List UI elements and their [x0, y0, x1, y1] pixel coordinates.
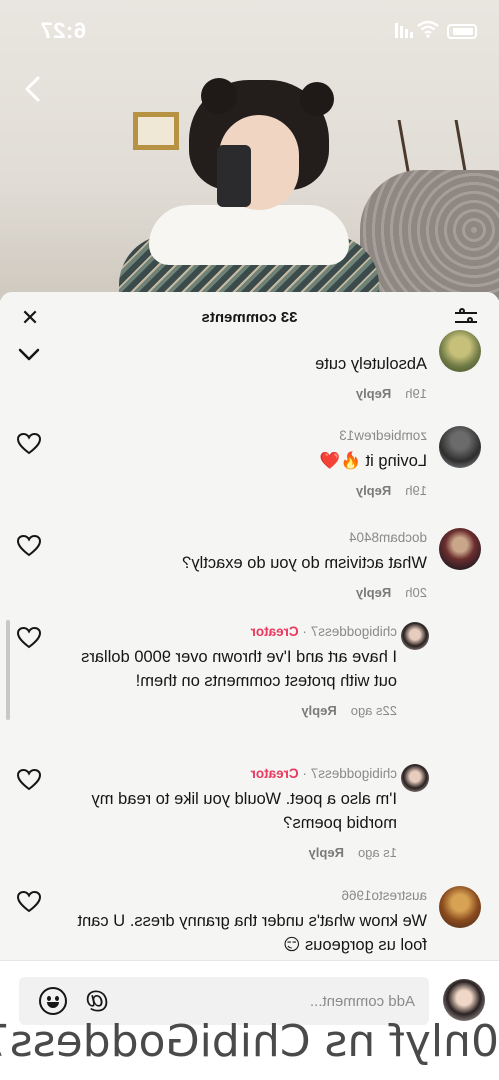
chevron-right-icon[interactable]: [17, 72, 47, 106]
creator-badge: Creator: [250, 624, 299, 639]
comment-username[interactable]: zombiedrew13: [60, 428, 427, 443]
comment-text: I'm also a poet. Would you like to read …: [91, 790, 398, 832]
wall-frame-shape: [133, 112, 179, 150]
scrollbar[interactable]: [6, 620, 10, 720]
reply-button[interactable]: Reply: [356, 585, 391, 600]
hair-bun-shape: [201, 78, 237, 114]
heart-icon[interactable]: [16, 890, 42, 914]
comment-text: We know what's under tha granny dress. U…: [77, 912, 427, 954]
comments-count-title: 33 comments: [201, 309, 298, 326]
comment-username-line: chibigoddess7 · Creator: [60, 624, 397, 639]
separator-dot: ·: [302, 624, 307, 639]
comment-body: zombiedrew13 Loving it 🔥❤️ 19h Reply: [60, 428, 427, 498]
comment-body: chibigoddess7 · Creator I'm also a poet.…: [60, 766, 398, 860]
heart-icon[interactable]: [16, 534, 42, 558]
status-time: 6:27: [40, 18, 87, 43]
creator-badge: Creator: [250, 766, 299, 781]
comment-body: austresto1966 We know what's under tha g…: [60, 888, 427, 957]
comment-meta: 19h Reply: [60, 386, 427, 401]
reply-button[interactable]: Reply: [356, 386, 391, 401]
heart-icon[interactable]: [16, 432, 42, 456]
heart-icon[interactable]: [16, 768, 42, 792]
avatar[interactable]: [439, 528, 481, 570]
signal-icon: [395, 22, 413, 38]
emoji-icon[interactable]: [39, 987, 67, 1015]
comment-username-line: chibigoddess7 · Creator: [60, 766, 397, 781]
comment-meta: 19h Reply: [60, 483, 427, 498]
comment-text: Loving it 🔥❤️: [319, 452, 427, 470]
battery-icon: [447, 24, 477, 39]
phone-shape: [217, 145, 251, 207]
comment-time: 1s ago: [357, 845, 397, 860]
hair-bun-shape: [300, 82, 334, 116]
avatar[interactable]: [401, 622, 429, 650]
avatar[interactable]: [439, 426, 481, 468]
watermark-text: 0nlyf ns ChibiGoddess7: [0, 1016, 499, 1067]
comment-meta: 20h Reply: [60, 585, 427, 600]
reply-button[interactable]: Reply: [301, 703, 336, 718]
headboard-shape: [360, 170, 499, 300]
comment-username[interactable]: chibigoddess7: [311, 766, 397, 781]
comment-text: What activism do you do exactly?: [182, 554, 427, 572]
comment-time: 19h: [405, 386, 427, 401]
collapse-chevron-icon[interactable]: [16, 342, 42, 366]
comment-body: docbam8404 What activism do you do exact…: [60, 530, 427, 600]
mirrored-screen: 6:27 33 comments ✕ Absolutely cute 19hRe…: [0, 0, 499, 1080]
sheet-header: 33 comments ✕: [0, 292, 499, 344]
avatar[interactable]: [401, 764, 429, 792]
comment-text: Absolutely cute: [315, 355, 427, 373]
comment-body: chibigoddess7 · Creator I have art and I…: [60, 624, 397, 718]
comment-meta: 1s ago Reply: [60, 845, 397, 860]
avatar[interactable]: [439, 330, 481, 372]
at-icon[interactable]: @: [83, 987, 111, 1015]
reply-button[interactable]: Reply: [356, 483, 391, 498]
my-avatar: [443, 979, 485, 1021]
comment-time: 22s ago: [350, 703, 397, 718]
close-icon[interactable]: ✕: [18, 305, 42, 330]
collar-shape: [149, 205, 349, 265]
watermark-layer: 0nlyf ns ChibiGoddess7: [0, 1016, 499, 1080]
comment-text: I have art and I've thrown over 9000 dol…: [81, 648, 397, 690]
comment-username[interactable]: chibigoddess7: [311, 624, 397, 639]
comment-time: 20h: [405, 585, 427, 600]
comment-username[interactable]: austresto1966: [60, 888, 427, 903]
reply-button[interactable]: Reply: [309, 845, 344, 860]
wifi-icon: [417, 20, 439, 38]
status-bar: 6:27: [0, 0, 499, 62]
avatar[interactable]: [439, 886, 481, 928]
separator-dot: ·: [302, 766, 307, 781]
heart-icon[interactable]: [16, 626, 42, 650]
comment-body: Absolutely cute 19h Reply: [60, 352, 427, 401]
comment-username[interactable]: docbam8404: [60, 530, 427, 545]
comment-meta: 22s ago Reply: [60, 703, 397, 718]
comment-time: 19h: [405, 483, 427, 498]
